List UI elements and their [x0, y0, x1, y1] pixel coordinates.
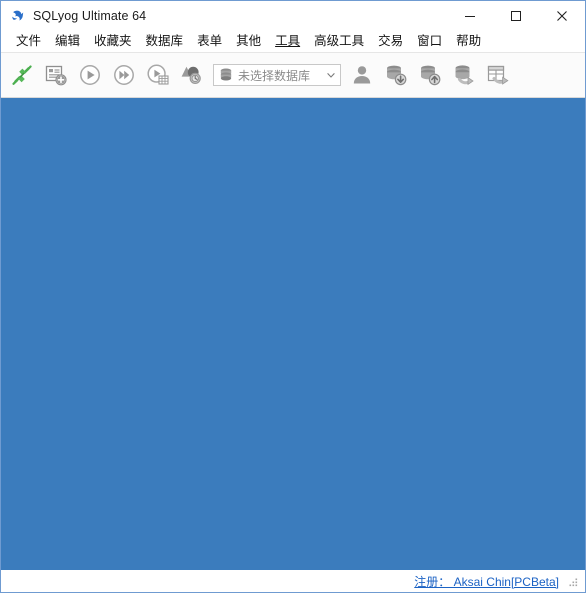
query-history-button[interactable] — [175, 55, 209, 95]
resize-grip-icon[interactable] — [567, 575, 579, 587]
menu-item-tools[interactable]: 工具 — [268, 30, 307, 52]
database-backup-button[interactable] — [447, 55, 481, 95]
new-query-button[interactable] — [39, 55, 73, 95]
menu-item-other[interactable]: 其他 — [229, 30, 268, 52]
window-controls — [447, 1, 585, 30]
window-title: SQLyog Ultimate 64 — [33, 8, 147, 23]
title-bar[interactable]: SQLyog Ultimate 64 — [1, 1, 585, 30]
connect-plug-icon — [12, 65, 32, 85]
registration-link[interactable]: 注册： Aksai Chin[PCBeta] — [414, 573, 559, 590]
close-icon — [557, 10, 567, 21]
table-export-icon — [487, 65, 509, 85]
execute-to-grid-icon — [147, 64, 169, 85]
execute-play-icon — [80, 65, 100, 85]
user-manager-button[interactable] — [345, 55, 379, 95]
app-window: SQLyog Ultimate 64 文件 编辑 收藏夹 数据库 表单 其他 工… — [0, 0, 586, 593]
chevron-down-icon[interactable] — [322, 70, 340, 80]
menu-item-edit[interactable]: 编辑 — [48, 30, 87, 52]
menu-item-transaction[interactable]: 交易 — [371, 30, 410, 52]
menu-item-file[interactable]: 文件 — [9, 30, 48, 52]
execute-to-grid-button[interactable] — [141, 55, 175, 95]
menu-item-help[interactable]: 帮助 — [449, 30, 488, 52]
status-bar: 注册： Aksai Chin[PCBeta] — [1, 570, 585, 592]
new-query-document-icon — [45, 65, 67, 86]
query-history-icon — [181, 66, 201, 84]
menu-item-form[interactable]: 表单 — [190, 30, 229, 52]
menu-item-advanced-tools[interactable]: 高级工具 — [307, 30, 371, 52]
menu-item-favorites[interactable]: 收藏夹 — [87, 30, 139, 52]
connect-button[interactable] — [5, 55, 39, 95]
menu-item-database[interactable]: 数据库 — [139, 30, 191, 52]
menu-bar: 文件 编辑 收藏夹 数据库 表单 其他 工具 高级工具 交易 窗口 帮助 — [1, 30, 585, 53]
minimize-icon — [465, 15, 475, 17]
database-stack-icon — [218, 67, 234, 83]
database-select[interactable]: 未选择数据库 — [213, 64, 341, 86]
close-button[interactable] — [539, 1, 585, 30]
maximize-button[interactable] — [493, 1, 539, 30]
dolphin-icon — [9, 7, 27, 25]
maximize-icon — [511, 10, 521, 21]
user-manager-icon — [353, 66, 371, 84]
minimize-button[interactable] — [447, 1, 493, 30]
menu-item-window[interactable]: 窗口 — [410, 30, 449, 52]
database-import-icon — [387, 65, 407, 86]
table-export-button[interactable] — [481, 55, 515, 95]
database-backup-icon — [455, 65, 474, 86]
database-export-icon — [421, 65, 441, 86]
toolbar: 未选择数据库 — [1, 53, 585, 98]
database-export-button[interactable] — [413, 55, 447, 95]
mdi-client-area — [1, 98, 585, 570]
database-import-button[interactable] — [379, 55, 413, 95]
execute-all-forward-icon — [114, 65, 134, 85]
execute-query-button[interactable] — [73, 55, 107, 95]
execute-all-button[interactable] — [107, 55, 141, 95]
database-select-value: 未选择数据库 — [238, 68, 311, 83]
